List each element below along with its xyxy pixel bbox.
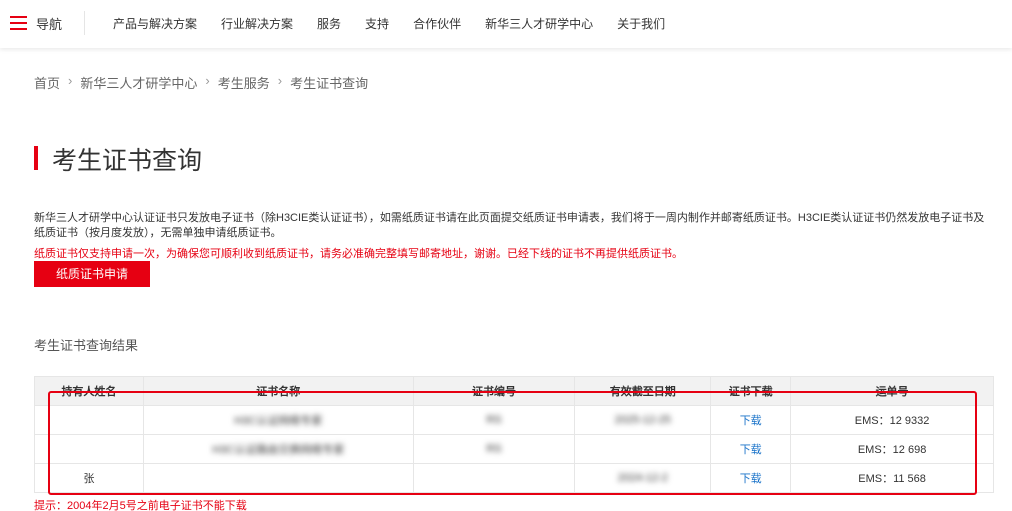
download-tip: 提示：2004年2月5号之前电子证书不能下载 <box>34 500 247 511</box>
nav-item-industry[interactable]: 行业解决方案 <box>221 15 293 32</box>
breadcrumb-separator-icon: › <box>277 73 283 88</box>
breadcrumb-candidate-service[interactable]: 考生服务 <box>218 73 270 92</box>
breadcrumb-separator-icon: › <box>68 73 73 88</box>
breadcrumb-separator-icon: › <box>205 73 210 88</box>
breadcrumb: 首页 › 新华三人才研学中心 › 考生服务 › 考生证书查询 <box>34 73 368 92</box>
download-link[interactable]: 下载 <box>710 463 792 493</box>
column-header: 证书名称 <box>142 376 414 406</box>
apply-paper-certificate-button[interactable]: 纸质证书申请 <box>34 261 150 287</box>
nav-item-about[interactable]: 关于我们 <box>617 15 665 32</box>
breadcrumb-current: 考生证书查询 <box>290 76 369 91</box>
valid-until: 2024-12-2 <box>574 463 712 493</box>
valid-until <box>574 434 712 464</box>
results-title: 考生证书查询结果 <box>34 338 139 353</box>
tracking-number: EMS：11 568 <box>790 463 994 493</box>
nav-item-partners[interactable]: 合作伙伴 <box>413 15 461 32</box>
nav-item-products[interactable]: 产品与解决方案 <box>113 15 197 32</box>
page-title: 考生证书查询 <box>52 147 203 175</box>
page-description: 新华三人才研学中心认证证书只发放电子证书（除H3CIE类认证证书），如需纸质证书… <box>34 212 985 239</box>
certificate-name: H3C认证路由交换网络专家 <box>142 434 414 464</box>
certificate-name <box>142 463 414 493</box>
nav-label[interactable]: 导航 <box>36 14 62 33</box>
download-link[interactable]: 下载 <box>710 434 792 464</box>
nav-item-service[interactable]: 服务 <box>317 15 341 32</box>
certificate-name: H3C认证网络专家 <box>142 405 414 435</box>
column-header: 持有人姓名 <box>34 376 144 406</box>
download-link[interactable]: 下载 <box>710 405 792 435</box>
table-header-row: 持有人姓名 证书名称 证书编号 有效截至日期 证书下载 运单号 <box>34 376 994 406</box>
breadcrumb-home[interactable]: 首页 <box>34 73 60 92</box>
breadcrumb-learning-center[interactable]: 新华三人才研学中心 <box>80 73 197 92</box>
valid-until: 2025-12-25 <box>574 405 712 435</box>
nav-menu: 产品与解决方案 行业解决方案 服务 支持 合作伙伴 新华三人才研学中心 关于我们 <box>113 15 665 32</box>
nav-item-support[interactable]: 支持 <box>365 15 389 32</box>
tracking-number: EMS：12 698 <box>790 434 994 464</box>
tracking-number: EMS：12 9332 <box>790 405 994 435</box>
certificate-number <box>412 463 576 493</box>
menu-icon[interactable] <box>10 16 27 30</box>
results-table: 持有人姓名 证书名称 证书编号 有效截至日期 证书下载 运单号 H3C认证网络专… <box>34 376 994 493</box>
column-header: 运单号 <box>790 376 994 406</box>
holder-name <box>34 434 144 464</box>
column-header: 证书编号 <box>412 376 576 406</box>
table-row: H3C认证路由交换网络专家 RS 下载 EMS：12 698 <box>34 434 994 464</box>
holder-name <box>34 405 144 435</box>
table-row: 张 2024-12-2 下载 EMS：11 568 <box>34 463 994 493</box>
title-accent-bar <box>34 146 38 170</box>
holder-name: 张 <box>34 463 144 493</box>
certificate-number: RS <box>412 434 576 464</box>
nav-divider <box>84 11 85 35</box>
nav-item-learning-center[interactable]: 新华三人才研学中心 <box>485 15 593 32</box>
certificate-number: RS <box>412 405 576 435</box>
table-row: H3C认证网络专家 RS 2025-12-25 下载 EMS：12 9332 <box>34 405 994 435</box>
top-navigation: 导航 产品与解决方案 行业解决方案 服务 支持 合作伙伴 新华三人才研学中心 关… <box>0 0 1012 48</box>
column-header: 证书下载 <box>710 376 792 406</box>
notice-text: 纸质证书仅支持申请一次，为确保您可顺利收到纸质证书，请务必准确完整填写邮寄地址，… <box>34 248 683 260</box>
column-header: 有效截至日期 <box>574 376 712 406</box>
